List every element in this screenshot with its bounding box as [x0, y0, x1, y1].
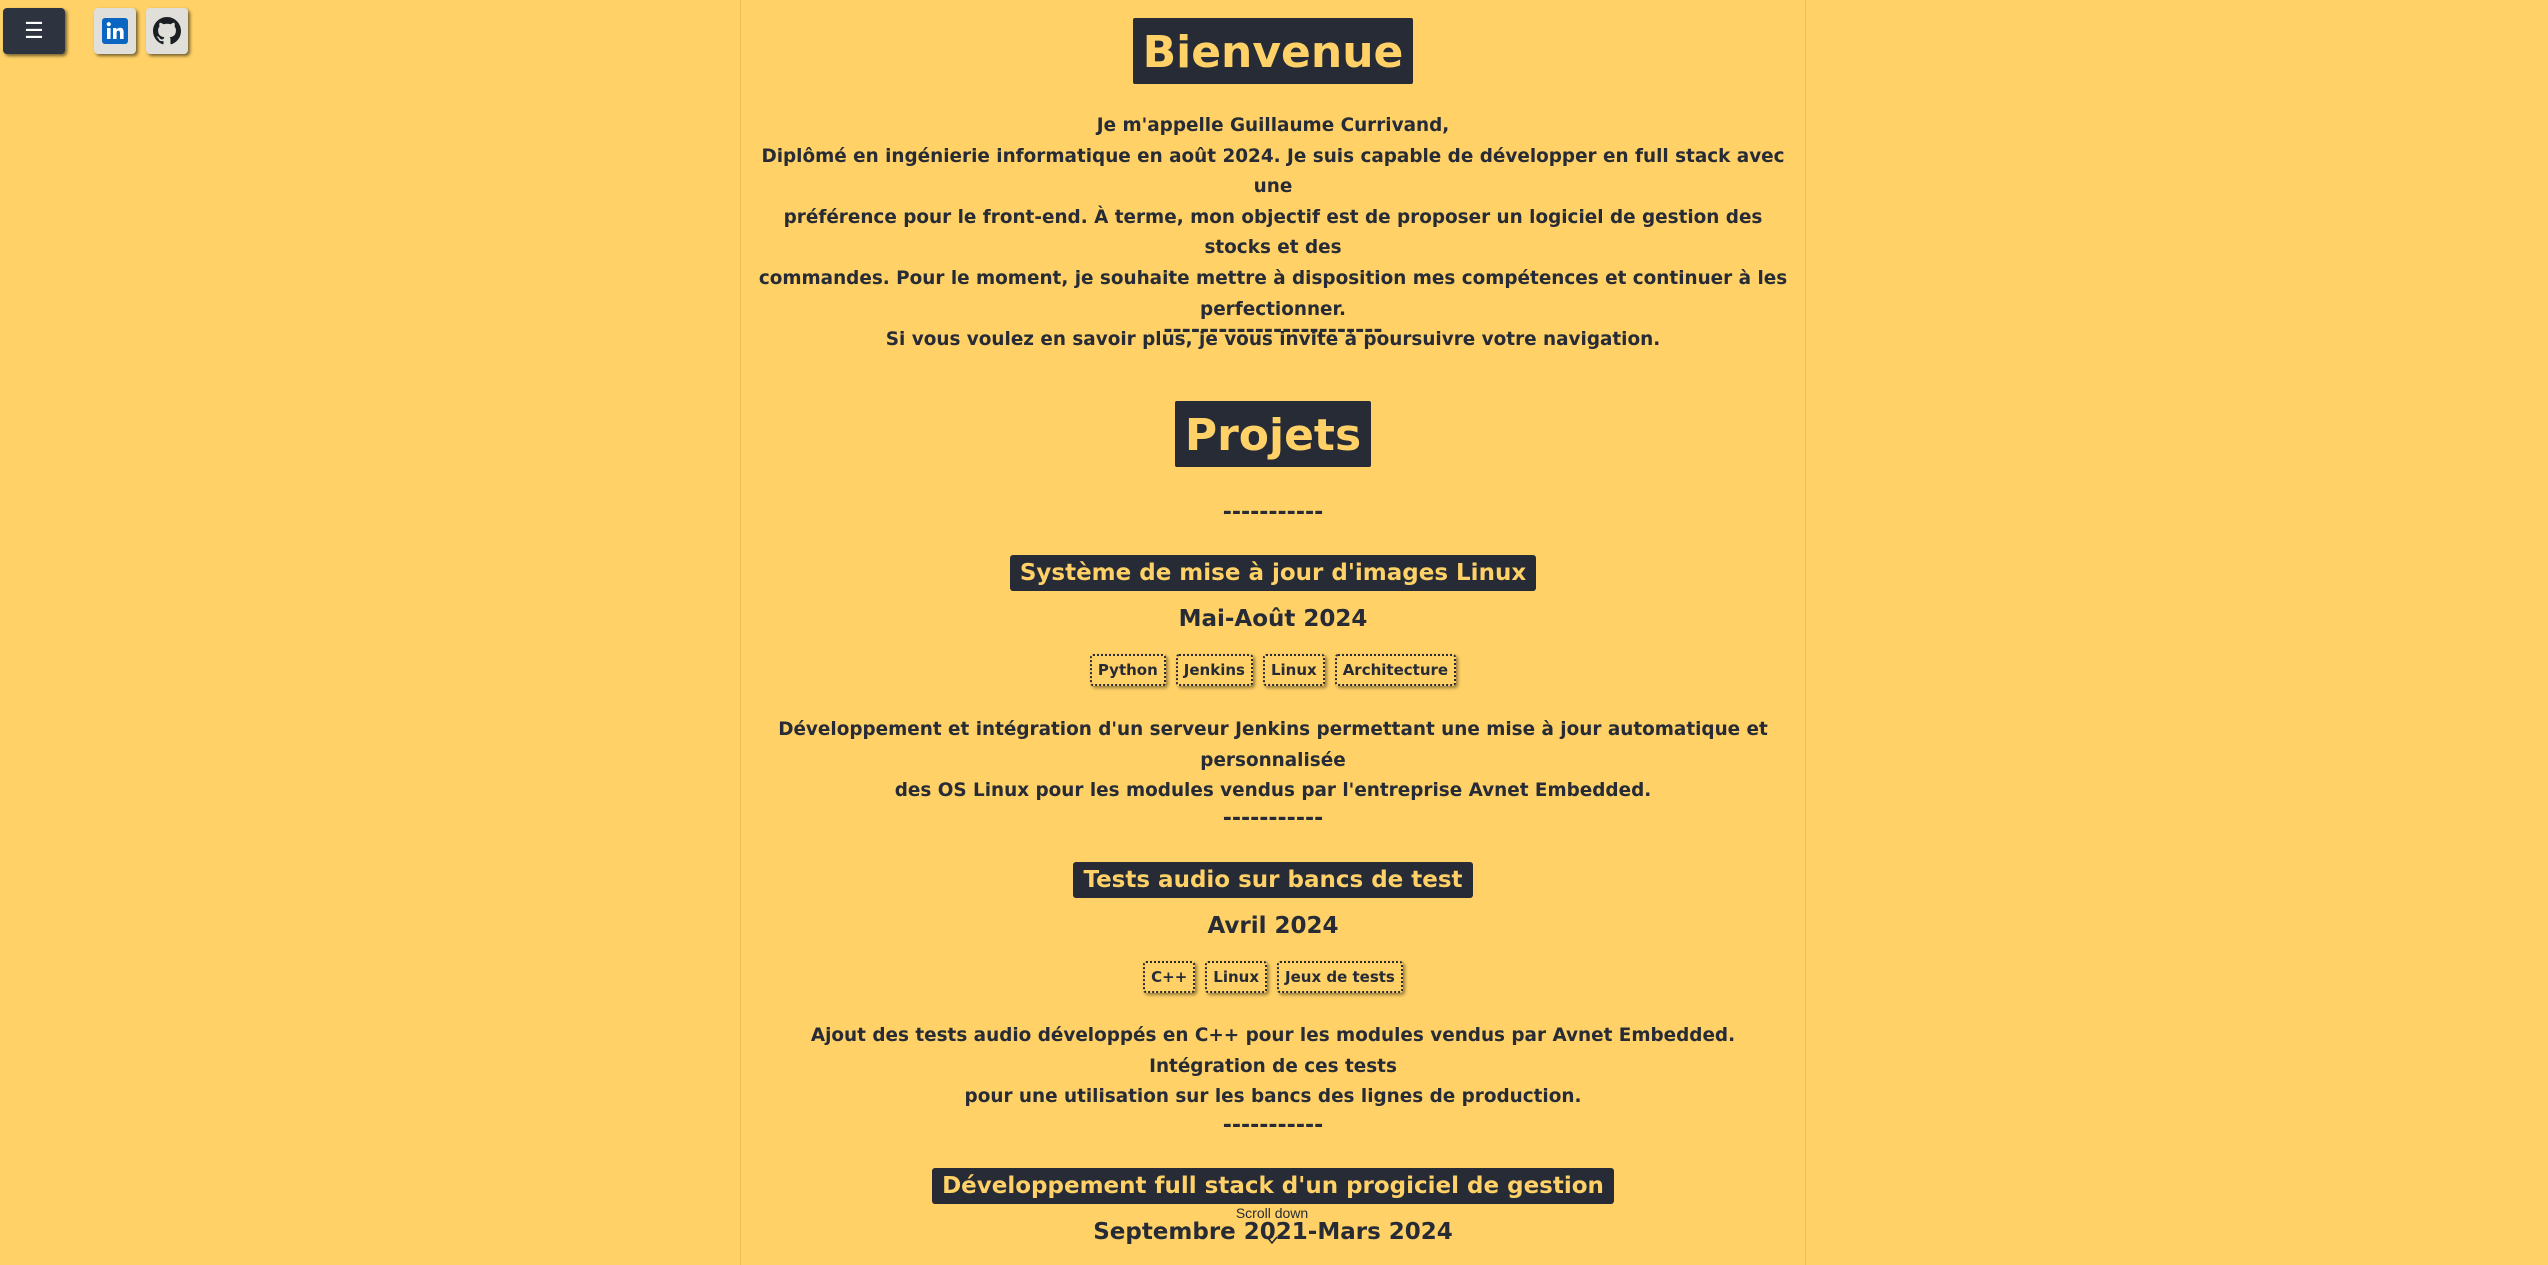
welcome-title: Bienvenue	[1132, 18, 1414, 84]
project-description: Ajout des tests audio développés en C++ …	[753, 1021, 1793, 1113]
project-separator: -----------	[1222, 806, 1324, 831]
chevron-down-icon[interactable]	[1265, 1233, 1279, 1247]
section-separator: ------------------------	[1163, 318, 1383, 343]
project-description: Développement et intégration d'un serveu…	[753, 715, 1793, 807]
tag: C++	[1143, 961, 1196, 993]
tag-list: C++ Linux Jeux de tests	[741, 961, 1805, 993]
tag: Architecture	[1334, 654, 1457, 686]
projects-title: Projets	[1174, 401, 1372, 467]
github-icon	[153, 17, 181, 45]
tag: Linux	[1205, 961, 1268, 993]
project-separator: -----------	[1222, 1113, 1324, 1138]
main-content: Bienvenue Je m'appelle Guillaume Curriva…	[740, 0, 1806, 1265]
description-line: Développement et intégration d'un serveu…	[778, 719, 1768, 771]
description-line: des OS Linux pour les modules vendus par…	[894, 780, 1652, 802]
intro-line: préférence pour le front-end. À terme, m…	[783, 206, 1763, 259]
intro-line: Je m'appelle Guillaume Currivand,	[1096, 115, 1450, 136]
project-title: Système de mise à jour d'images Linux	[1009, 555, 1537, 591]
linkedin-icon	[102, 18, 128, 44]
intro-line: commandes. Pour le moment, je souhaite m…	[758, 267, 1788, 320]
tag: Python	[1089, 654, 1166, 686]
scroll-down-hint[interactable]: Scroll down	[1232, 1205, 1312, 1221]
project-title: Tests audio sur bancs de test	[1073, 862, 1473, 898]
hamburger-icon: ☰	[24, 18, 44, 43]
description-line: Ajout des tests audio développés en C++ …	[810, 1025, 1736, 1077]
tag: Linux	[1262, 654, 1325, 686]
linkedin-link[interactable]	[94, 8, 136, 54]
github-link[interactable]	[146, 8, 188, 54]
tag-list: Python Jenkins Linux Architecture	[741, 654, 1805, 686]
description-line: pour une utilisation sur les bancs des l…	[964, 1086, 1582, 1108]
tag: Jenkins	[1175, 654, 1253, 686]
project-date: Avril 2024	[1207, 913, 1339, 939]
menu-button[interactable]: ☰	[3, 8, 65, 54]
intro-line: Diplômé en ingénierie informatique en ao…	[761, 145, 1785, 198]
project-title: Développement full stack d'un progiciel …	[932, 1168, 1614, 1204]
project-date: Mai-Août 2024	[1178, 606, 1368, 632]
tag: Jeux de tests	[1277, 961, 1403, 993]
project-separator: -----------	[1222, 500, 1324, 525]
